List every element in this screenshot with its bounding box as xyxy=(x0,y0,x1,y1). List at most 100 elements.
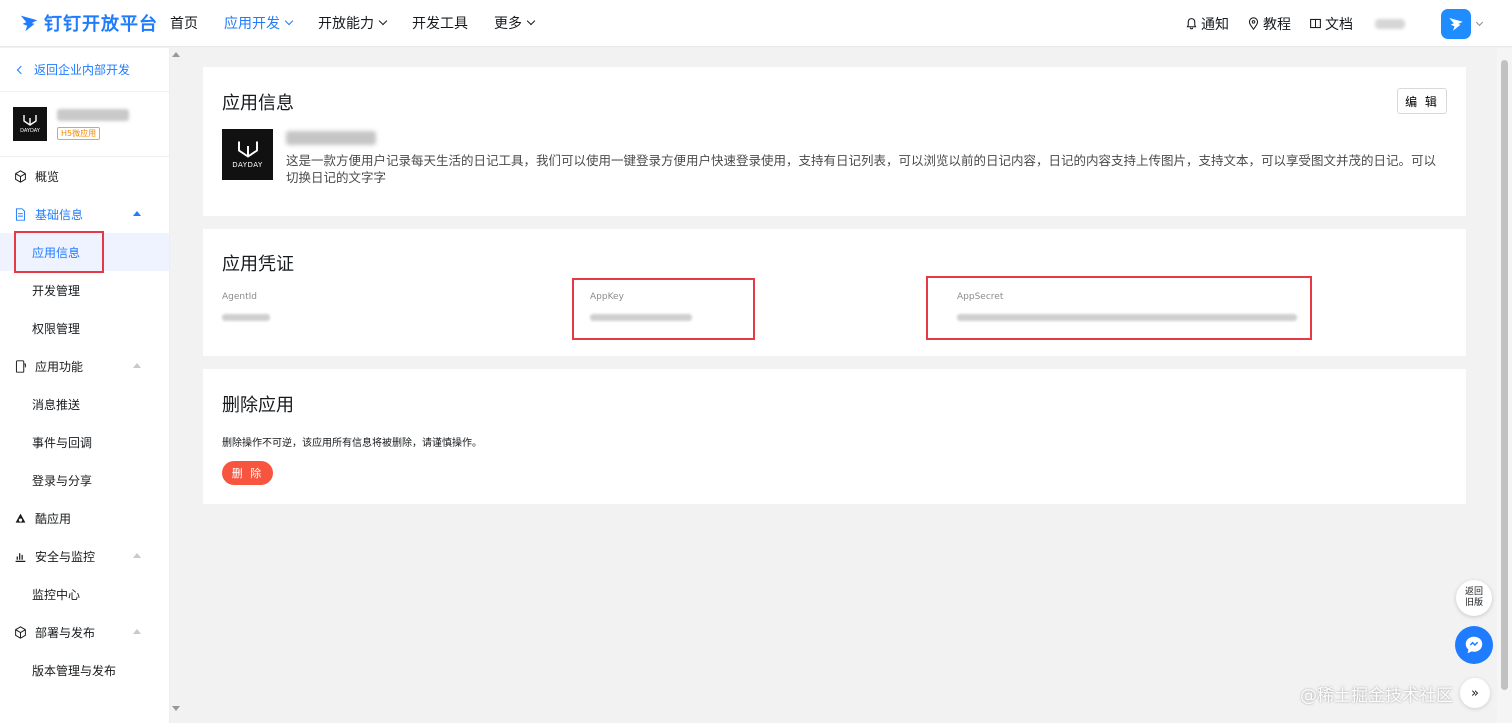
sidebar-item-basic-info[interactable]: 基础信息 xyxy=(0,195,169,233)
sidebar-item-monitor-center[interactable]: 监控中心 xyxy=(0,575,169,613)
old-version-line1: 返回 xyxy=(1464,587,1483,597)
sidebar-item-label: 安全与监控 xyxy=(35,549,96,564)
old-version-line2: 旧版 xyxy=(1464,598,1483,608)
nav-right: 通知 教程 文档 xyxy=(1167,0,1484,47)
nav-dev-tools-label: 开发工具 xyxy=(412,16,468,32)
sidebar-item-label: 监控中心 xyxy=(32,587,81,602)
app-logo-large: DAYDAY xyxy=(222,129,273,180)
sidebar-item-version-manage[interactable]: 版本管理与发布 xyxy=(0,651,169,689)
location-pin-icon xyxy=(1248,17,1259,30)
sidebar-item-perm-manage[interactable]: 权限管理 xyxy=(0,309,169,347)
cool-app-icon xyxy=(15,513,26,523)
dayday-logo-icon xyxy=(23,115,37,126)
edit-button[interactable]: 编 辑 xyxy=(1397,88,1447,114)
bar-chart-icon xyxy=(15,552,26,562)
watermark: @稀土掘金技术社区 xyxy=(1300,686,1453,706)
nav-open-capability-label: 开放能力 xyxy=(318,16,374,32)
docs-label: 文档 xyxy=(1325,16,1353,33)
highlight-box-app-info xyxy=(14,231,104,273)
delete-warning-text: 删除操作不可逆，该应用所有信息将被删除，请谨慎操作。 xyxy=(222,438,482,449)
sidebar-item-cool-app[interactable]: 酷应用 xyxy=(0,499,169,537)
nav-home[interactable]: 首页 xyxy=(170,13,198,33)
tutorial-link[interactable]: 教程 xyxy=(1247,14,1291,34)
sidebar-item-label: 开发管理 xyxy=(32,283,81,298)
dingtalk-avatar-icon xyxy=(1449,17,1463,31)
sidebar-item-security[interactable]: 安全与监控 xyxy=(0,537,169,575)
back-label: 返回企业内部开发 xyxy=(34,63,131,77)
sidebar-item-label: 基础信息 xyxy=(35,207,84,222)
app-logo-large-text: DAYDAY xyxy=(232,161,263,169)
document-icon xyxy=(15,207,26,221)
chevron-down-icon xyxy=(284,16,294,26)
mobile-app-icon xyxy=(15,359,26,373)
notify-label: 通知 xyxy=(1201,16,1229,33)
chevron-down-icon[interactable] xyxy=(1475,18,1484,26)
collapse-panel-button[interactable]: » xyxy=(1460,678,1490,708)
app-meta: H5微应用 xyxy=(57,108,129,140)
back-to-old-version-button[interactable]: 返回 旧版 xyxy=(1456,580,1492,616)
sidebar-item-label: 应用功能 xyxy=(35,359,84,374)
sidebar-item-dev-manage[interactable]: 开发管理 xyxy=(0,271,169,309)
sidebar-item-login-share[interactable]: 登录与分享 xyxy=(0,461,169,499)
package-icon xyxy=(15,625,26,639)
nav-more-label: 更多 xyxy=(494,16,522,32)
credentials-title: 应用凭证 xyxy=(222,254,294,275)
sidebar-item-msg-push[interactable]: 消息推送 xyxy=(0,385,169,423)
app-info-title: 应用信息 xyxy=(222,93,294,114)
agent-id-label: AgentId xyxy=(222,292,258,302)
sidebar-item-label: 权限管理 xyxy=(32,321,81,336)
collapse-arrow-icon xyxy=(133,629,141,634)
chevron-left-icon xyxy=(16,65,26,74)
app-name-blurred xyxy=(286,131,376,145)
book-icon xyxy=(1310,18,1321,29)
old-version-label: 返回 旧版 xyxy=(1465,587,1483,609)
sidebar-item-label: 概览 xyxy=(35,169,60,184)
sidebar-item-label: 事件与回调 xyxy=(32,435,93,450)
dingtalk-logo-icon xyxy=(20,15,38,32)
bell-icon xyxy=(1186,18,1197,30)
collapse-arrow-icon xyxy=(133,553,141,558)
cube-icon xyxy=(15,169,26,183)
nav-app-dev[interactable]: 应用开发 xyxy=(224,13,294,33)
sidebar-item-app-features[interactable]: 应用功能 xyxy=(0,347,169,385)
collapse-arrow-icon xyxy=(133,363,141,368)
logo[interactable]: 钉钉开放平台 xyxy=(0,10,170,36)
user-name-blurred[interactable] xyxy=(1375,18,1405,29)
app-description: 这是一款方便用户记录每天生活的日记工具，我们可以使用一键登录方便用户快速登录使用… xyxy=(286,153,1437,185)
delete-app-card: 删除应用 删除操作不可逆，该应用所有信息将被删除，请谨慎操作。 删 除 xyxy=(203,369,1466,504)
agent-id-field: AgentId xyxy=(222,292,270,321)
delete-app-title: 删除应用 xyxy=(222,395,294,416)
top-navigation: 钉钉开放平台 首页 应用开发 开放能力 开发工具 更多 通知 教程 文档 xyxy=(0,0,1512,47)
chat-bubble-icon xyxy=(1465,636,1483,654)
user-avatar[interactable] xyxy=(1441,8,1471,39)
sidebar-item-deploy[interactable]: 部署与发布 xyxy=(0,613,169,651)
tutorial-label: 教程 xyxy=(1263,16,1291,33)
nav-open-capability[interactable]: 开放能力 xyxy=(318,13,388,33)
sidebar-item-event-callback[interactable]: 事件与回调 xyxy=(0,423,169,461)
help-assistant-button[interactable] xyxy=(1455,626,1493,664)
scroll-up-icon[interactable] xyxy=(172,52,180,57)
sidebar-app-card: DAYDAY H5微应用 xyxy=(0,92,169,157)
sidebar-item-label: 酷应用 xyxy=(35,511,72,526)
chevron-down-icon xyxy=(526,16,536,26)
sidebar-item-label: 部署与发布 xyxy=(35,625,96,640)
main-scrollbar-thumb[interactable] xyxy=(1501,60,1508,690)
sidebar-item-overview[interactable]: 概览 xyxy=(0,157,169,195)
logo-text: 钉钉开放平台 xyxy=(44,14,158,35)
app-logo-text: DAYDAY xyxy=(20,128,40,134)
back-to-internal-dev-link[interactable]: 返回企业内部开发 xyxy=(0,48,169,92)
app-logo: DAYDAY xyxy=(13,107,47,141)
nav-home-label: 首页 xyxy=(170,16,198,32)
nav-app-dev-label: 应用开发 xyxy=(224,16,280,32)
main-nav: 首页 应用开发 开放能力 开发工具 更多 xyxy=(170,13,560,33)
nav-dev-tools[interactable]: 开发工具 xyxy=(412,13,468,33)
nav-more[interactable]: 更多 xyxy=(494,13,536,33)
highlight-box-app-key xyxy=(572,278,755,340)
notify-link[interactable]: 通知 xyxy=(1185,14,1229,34)
scroll-down-icon[interactable] xyxy=(172,706,180,711)
sidebar-scrollbar[interactable] xyxy=(170,48,182,723)
delete-button[interactable]: 删 除 xyxy=(222,461,273,485)
collapse-arrow-icon xyxy=(133,211,141,216)
docs-link[interactable]: 文档 xyxy=(1309,14,1353,34)
sidebar-item-label: 消息推送 xyxy=(32,397,81,412)
